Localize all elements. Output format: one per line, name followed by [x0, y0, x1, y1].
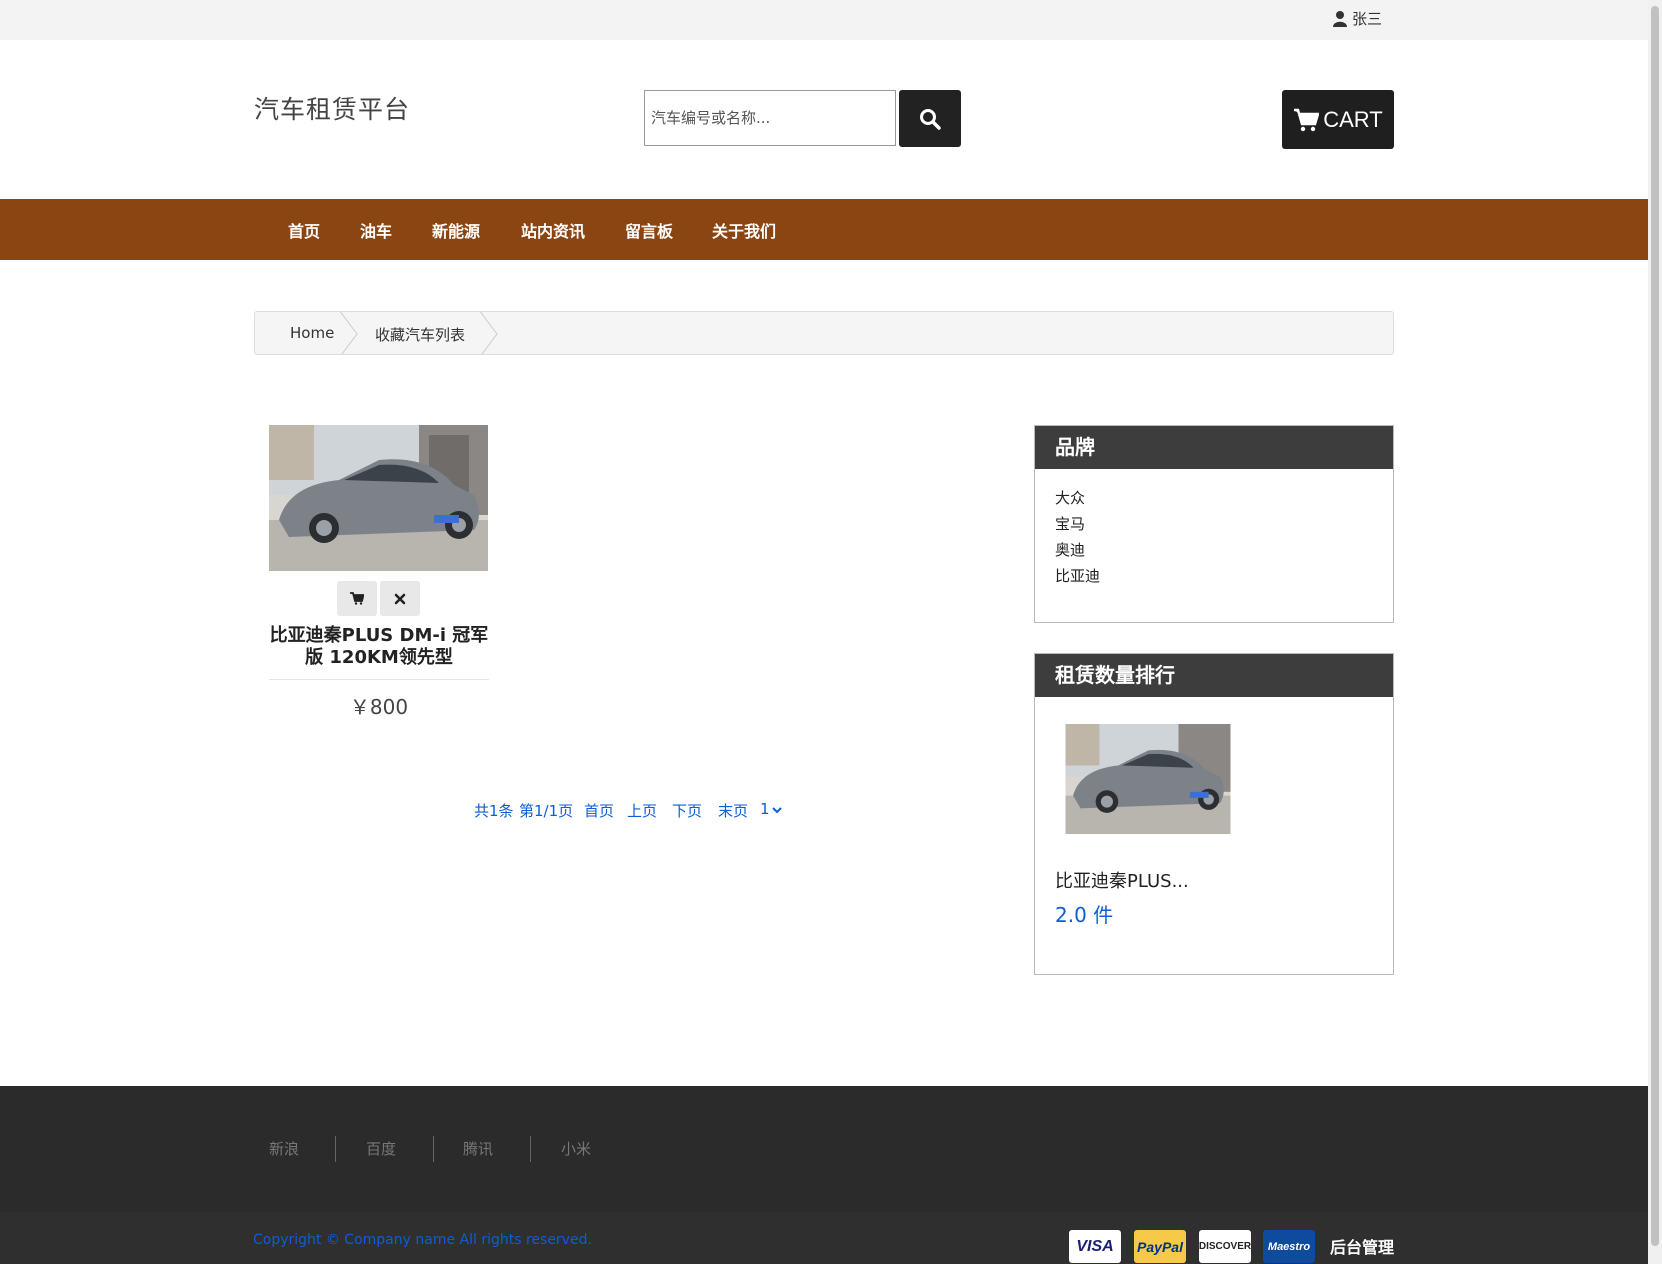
close-icon — [394, 593, 406, 604]
copyright-text: Copyright © Company name All rights rese… — [253, 1232, 592, 1248]
chevron-down-icon — [771, 807, 782, 814]
remove-favorite-button[interactable] — [380, 581, 420, 616]
site-logo[interactable]: 汽车租赁平台 — [254, 90, 410, 126]
nav-item-about[interactable]: 关于我们 — [712, 218, 776, 242]
user-menu[interactable]: 张三 — [1332, 8, 1382, 29]
footer-link-sina[interactable]: 新浪 — [269, 1138, 299, 1159]
breadcrumb: Home 收藏汽车列表 — [254, 311, 1394, 355]
cart-icon — [1294, 108, 1320, 131]
brand-item[interactable]: 宝马 — [1055, 511, 1373, 537]
ranking-panel-title: 租赁数量排行 — [1035, 654, 1393, 697]
brand-item[interactable]: 奥迪 — [1055, 537, 1373, 563]
nav-item-news[interactable]: 站内资讯 — [521, 218, 585, 242]
scrollbar[interactable] — [1648, 0, 1662, 1264]
product-price: ￥800 — [349, 695, 409, 719]
nav-item-fuel-cars[interactable]: 油车 — [360, 218, 392, 242]
page-select-value: 1 — [760, 800, 770, 818]
brand-panel-title: 品牌 — [1035, 426, 1393, 469]
pagination-first[interactable]: 首页 — [584, 800, 614, 821]
footer-link-xiaomi[interactable]: 小米 — [561, 1138, 591, 1159]
footer-link-baidu[interactable]: 百度 — [366, 1138, 396, 1159]
pagination-total: 共1条 — [474, 802, 514, 820]
ranking-car-image[interactable] — [1065, 724, 1231, 834]
add-to-cart-button[interactable] — [337, 581, 377, 616]
cart-icon — [350, 592, 364, 605]
user-icon — [1333, 11, 1347, 27]
ranking-panel: 租赁数量排行 比亚迪秦PLUS... 2.0 件 — [1034, 653, 1394, 975]
pagination-last[interactable]: 末页 — [718, 800, 748, 821]
divider — [433, 1136, 434, 1162]
cart-button[interactable]: CART — [1282, 90, 1394, 149]
search-icon — [920, 108, 941, 130]
product-name[interactable]: 比亚迪秦PLUS DM-i 冠军版 120KM领先型 — [269, 625, 489, 669]
discover-logo: DISCOVER — [1199, 1230, 1251, 1263]
user-name: 张三 — [1352, 10, 1383, 28]
paypal-logo: PayPal — [1134, 1230, 1186, 1263]
divider — [269, 679, 489, 680]
divider — [335, 1136, 336, 1162]
pagination-next[interactable]: 下页 — [672, 800, 702, 821]
breadcrumb-separator — [339, 312, 358, 354]
footer-bottom-bar: Copyright © Company name All rights rese… — [0, 1212, 1648, 1264]
scrollbar-thumb[interactable] — [1651, 6, 1659, 1246]
nav-item-message-board[interactable]: 留言板 — [625, 218, 673, 242]
brand-item[interactable]: 大众 — [1055, 485, 1373, 511]
nav-item-new-energy[interactable]: 新能源 — [432, 218, 480, 242]
footer-links-bar: 新浪 百度 腾讯 小米 — [0, 1086, 1648, 1212]
visa-logo: VISA — [1069, 1230, 1121, 1263]
search-input[interactable] — [644, 90, 896, 146]
cart-label: CART — [1323, 106, 1383, 132]
search-button[interactable] — [899, 90, 961, 147]
breadcrumb-home[interactable]: Home — [290, 324, 334, 342]
product-image[interactable] — [269, 425, 488, 571]
admin-link[interactable]: 后台管理 — [1330, 1234, 1394, 1258]
brand-panel: 品牌 大众 宝马 奥迪 比亚迪 — [1034, 425, 1394, 623]
nav-item-home[interactable]: 首页 — [288, 218, 320, 242]
main-nav: 首页 油车 新能源 站内资讯 留言板 关于我们 — [0, 199, 1648, 260]
pagination-page-info: 第1/1页 — [519, 802, 574, 820]
ranking-car-count: 2.0 件 — [1055, 903, 1114, 927]
breadcrumb-separator — [479, 312, 498, 354]
divider — [530, 1136, 531, 1162]
breadcrumb-current: 收藏汽车列表 — [375, 326, 466, 344]
footer-link-tencent[interactable]: 腾讯 — [463, 1138, 493, 1159]
top-bar: 张三 — [0, 0, 1648, 40]
pagination-prev[interactable]: 上页 — [627, 800, 657, 821]
product-card[interactable]: 比亚迪秦PLUS DM-i 冠军版 120KM领先型 ￥800 — [269, 425, 489, 719]
page-select[interactable]: 1 — [760, 800, 782, 818]
maestro-logo: Maestro — [1263, 1230, 1315, 1263]
brand-item[interactable]: 比亚迪 — [1055, 563, 1373, 589]
ranking-car-name[interactable]: 比亚迪秦PLUS... — [1055, 867, 1189, 893]
